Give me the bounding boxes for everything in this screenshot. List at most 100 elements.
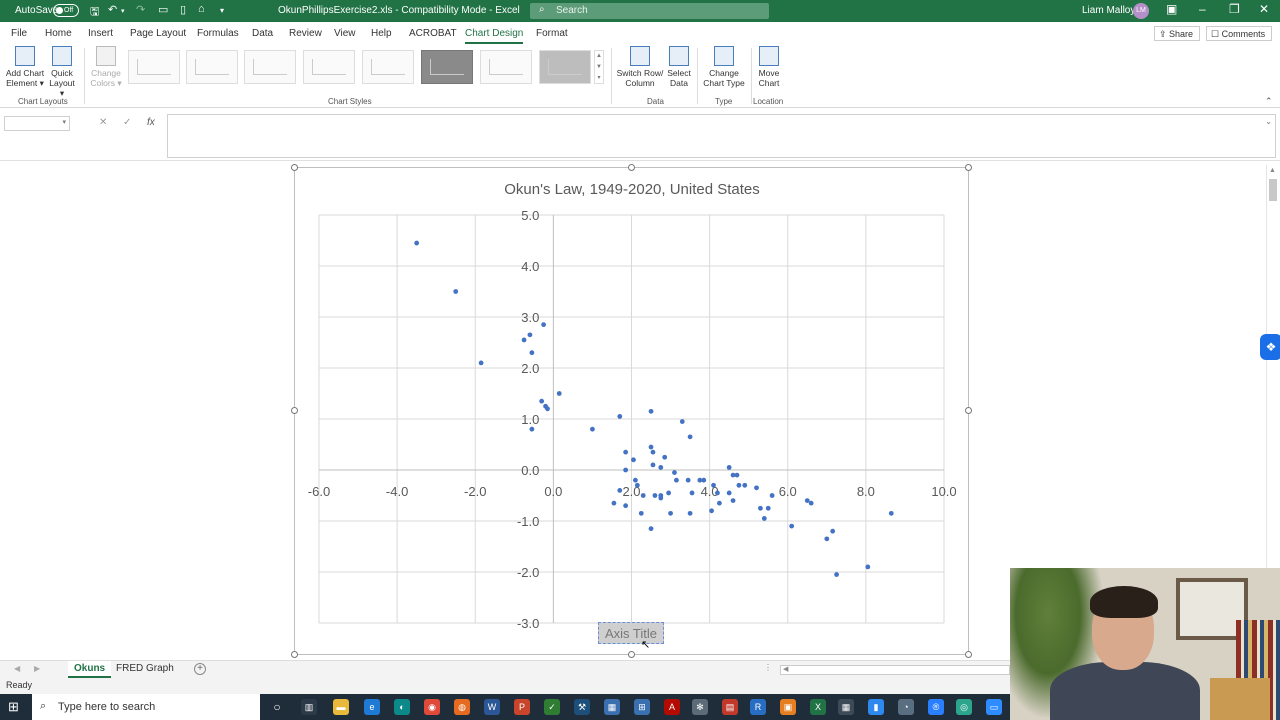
app-icon[interactable]: ✓ <box>544 699 560 715</box>
scroll-up-icon[interactable]: ▲ <box>1269 167 1276 174</box>
powerpoint-icon[interactable]: P <box>514 699 530 715</box>
windows-start-icon[interactable]: ⊞ <box>8 699 19 715</box>
data-point[interactable] <box>414 240 420 246</box>
scatter-chart[interactable]: Okun's Law, 1949-2020, United States -6.… <box>294 167 969 655</box>
app-icon[interactable]: ▦ <box>838 699 854 715</box>
restore-icon[interactable]: ❐ <box>1229 2 1240 16</box>
data-point[interactable] <box>453 289 459 294</box>
calculator-icon[interactable]: ▦ <box>604 699 620 715</box>
scroll-thumb[interactable] <box>1269 179 1277 201</box>
data-point[interactable] <box>631 457 636 463</box>
app-icon[interactable]: ▣ <box>780 699 796 715</box>
data-point[interactable] <box>730 498 736 503</box>
undo-icon[interactable]: ↶ <box>108 3 117 16</box>
data-point[interactable] <box>543 403 548 409</box>
edge-icon[interactable]: ◐ <box>394 699 410 715</box>
more-options-icon[interactable]: ⋮ <box>764 663 772 672</box>
touch-mode-icon[interactable]: ⌂ <box>198 3 205 15</box>
data-point[interactable] <box>662 454 668 460</box>
data-point[interactable] <box>652 493 658 498</box>
data-point[interactable] <box>611 500 617 506</box>
autosave-toggle[interactable]: Off <box>53 4 79 17</box>
name-box[interactable]: ▾ <box>4 116 70 131</box>
data-point[interactable] <box>754 485 759 491</box>
cancel-icon[interactable]: ✕ <box>99 117 107 128</box>
tab-file[interactable]: File <box>11 28 27 39</box>
chevron-down-icon[interactable]: ▾ <box>62 118 66 126</box>
data-point[interactable] <box>687 434 693 440</box>
data-point[interactable] <box>617 488 623 493</box>
sheet-tab-fred-graph[interactable]: FRED Graph <box>110 661 180 678</box>
customize-qat-icon[interactable]: ▾ <box>220 6 224 15</box>
tab-chart-design[interactable]: Chart Design <box>465 28 524 44</box>
data-point[interactable] <box>689 490 695 496</box>
data-point[interactable] <box>742 482 748 488</box>
resize-handle[interactable] <box>291 164 298 171</box>
prev-sheet-icon[interactable]: ◀ <box>14 664 20 673</box>
user-name[interactable]: Liam Malloy <box>1082 5 1135 16</box>
data-point[interactable] <box>529 426 535 432</box>
resize-handle[interactable] <box>628 164 635 171</box>
word-icon[interactable]: W <box>484 699 500 715</box>
data-point[interactable] <box>736 482 742 488</box>
data-point[interactable] <box>765 505 771 511</box>
data-point[interactable] <box>521 337 527 343</box>
undo-dropdown-icon[interactable]: ▾ <box>121 7 125 15</box>
data-point[interactable] <box>650 462 656 468</box>
resize-handle[interactable] <box>628 651 635 658</box>
acrobat-icon[interactable]: A <box>664 699 680 715</box>
data-point[interactable] <box>658 465 664 470</box>
data-point[interactable] <box>539 398 545 404</box>
data-point[interactable] <box>761 516 767 521</box>
chart-style-1[interactable] <box>128 50 180 84</box>
data-point[interactable] <box>865 564 871 570</box>
horizontal-scrollbar[interactable]: ◀ <box>780 665 1010 675</box>
data-point[interactable] <box>808 500 814 506</box>
app-icon[interactable]: ◎ <box>956 699 972 715</box>
select-data-button[interactable]: Select Data <box>664 46 694 88</box>
app-icon[interactable]: ◔ <box>898 699 914 715</box>
chart-style-3[interactable] <box>244 50 296 84</box>
chart-title[interactable]: Okun's Law, 1949-2020, United States <box>504 181 760 198</box>
app-icon[interactable]: ® <box>928 699 944 715</box>
edge-legacy-icon[interactable]: e <box>364 699 380 715</box>
quick-layout-button[interactable]: Quick Layout ▾ <box>46 46 78 98</box>
app-icon[interactable]: ⊞ <box>634 699 650 715</box>
data-point[interactable] <box>769 493 775 498</box>
data-point[interactable] <box>527 332 533 338</box>
data-point[interactable] <box>529 350 535 356</box>
data-point[interactable] <box>478 360 484 366</box>
data-point[interactable] <box>623 503 629 509</box>
collapse-ribbon-icon[interactable]: ⌃ <box>1265 96 1273 107</box>
data-point[interactable] <box>666 490 672 496</box>
chart-style-6[interactable] <box>421 50 473 84</box>
chart-style-8[interactable] <box>539 50 591 84</box>
enter-icon[interactable]: ✓ <box>123 117 131 128</box>
expand-formula-icon[interactable]: ⌄ <box>1265 117 1272 126</box>
data-point[interactable] <box>834 572 839 577</box>
tab-data[interactable]: Data <box>252 28 273 39</box>
formula-input[interactable]: ⌄ <box>167 114 1276 158</box>
resize-handle[interactable] <box>965 164 972 171</box>
data-point[interactable] <box>726 490 732 496</box>
data-point[interactable] <box>685 477 691 483</box>
ribbon-display-icon[interactable]: ▣ <box>1166 2 1177 16</box>
zoom-icon[interactable]: ▭ <box>986 699 1002 715</box>
app-icon[interactable]: ▤ <box>722 699 738 715</box>
data-point[interactable] <box>824 536 830 542</box>
data-point[interactable] <box>711 482 716 488</box>
resize-handle[interactable] <box>965 407 972 414</box>
data-point[interactable] <box>679 419 685 424</box>
data-point[interactable] <box>716 500 722 506</box>
add-chart-element-button[interactable]: Add Chart Element ▾ <box>4 46 46 88</box>
tab-review[interactable]: Review <box>289 28 322 39</box>
data-point[interactable] <box>590 426 595 432</box>
x-axis-title[interactable]: Axis Title <box>598 622 664 644</box>
chart-style-7[interactable] <box>480 50 532 84</box>
taskbar-search[interactable]: ⌕ Type here to search <box>32 694 260 720</box>
close-icon[interactable]: ✕ <box>1259 2 1269 16</box>
data-point[interactable] <box>709 508 714 514</box>
data-point[interactable] <box>541 322 547 328</box>
data-point[interactable] <box>730 472 736 478</box>
avatar[interactable]: LM <box>1133 3 1149 19</box>
